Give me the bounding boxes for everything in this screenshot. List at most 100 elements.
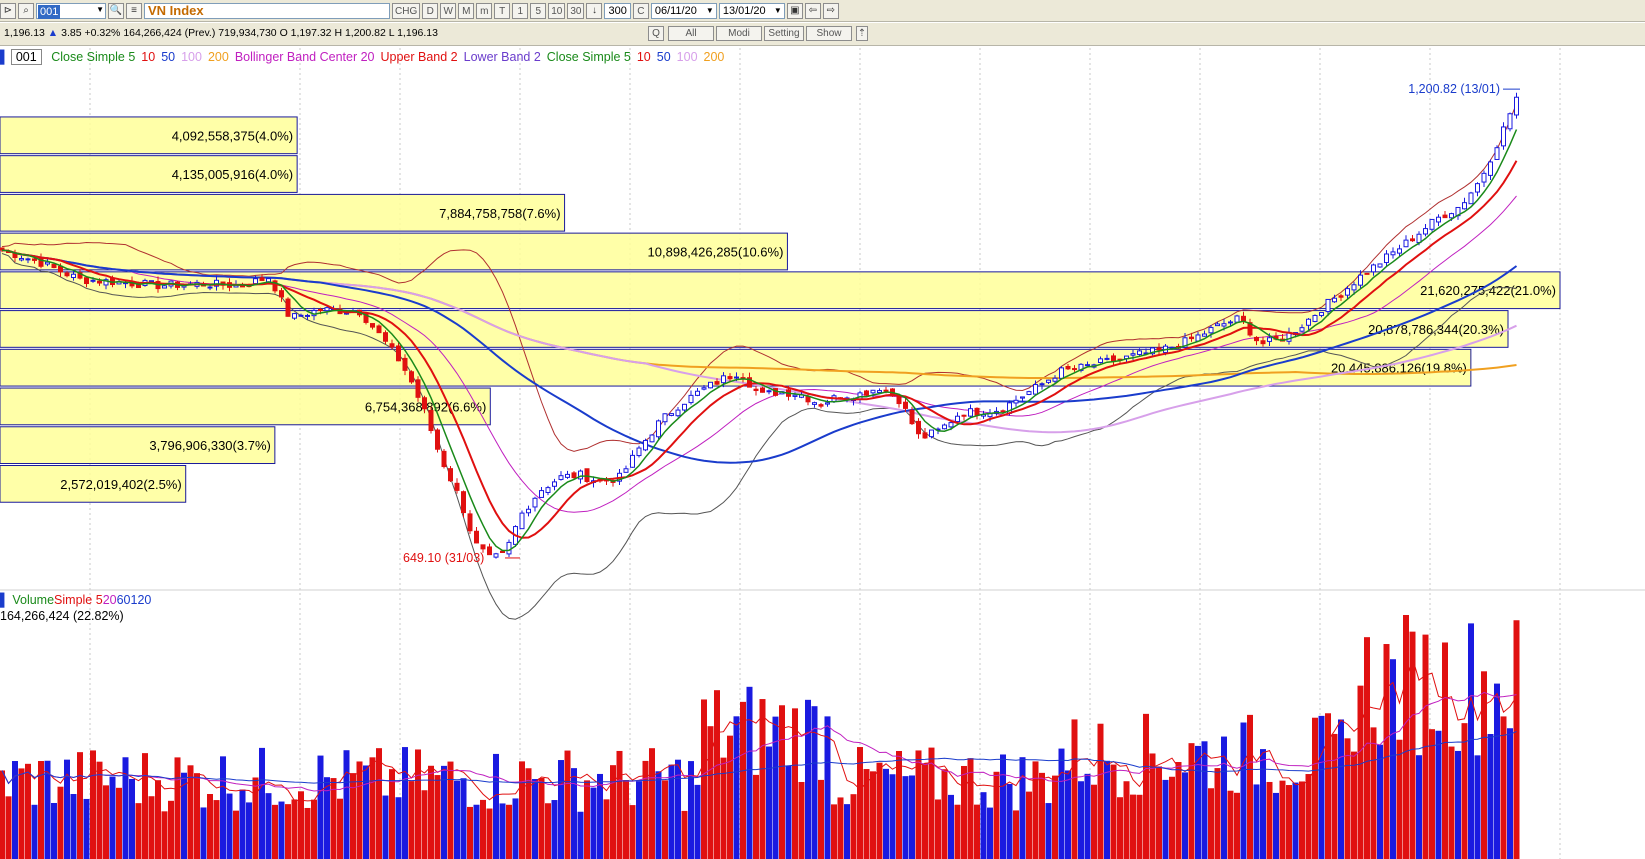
volume-bar — [1169, 776, 1175, 859]
candle-body — [1234, 315, 1240, 323]
volume-bar — [408, 781, 415, 859]
volume-ma60-line — [1, 731, 1517, 785]
candle-body — [708, 381, 713, 389]
volume-bar — [538, 778, 545, 859]
volume-bar — [577, 811, 584, 859]
candle-body — [402, 357, 408, 371]
volume-bar — [1474, 755, 1481, 859]
volume-bar — [1071, 719, 1078, 859]
volume-bar — [168, 800, 174, 859]
candle-body — [695, 390, 700, 396]
volume-legend-item: 60 — [116, 593, 131, 607]
candle-body — [1072, 368, 1077, 371]
candle-body — [1013, 399, 1019, 404]
volume-bar — [1377, 744, 1383, 859]
volume-bar — [1331, 733, 1338, 859]
candle-body — [1156, 347, 1162, 351]
volume-bar — [174, 757, 181, 859]
candle-body — [545, 487, 551, 493]
volume-bar — [1045, 803, 1052, 859]
price-legend: ▌ 001 Close Simple 5 10 50 100 200 Bollinger B… — [0, 49, 736, 65]
volume-bar — [1091, 784, 1097, 859]
candle-body — [324, 307, 330, 312]
candle-body — [1299, 327, 1305, 332]
volume-bar — [155, 780, 161, 859]
volume-bar — [1494, 683, 1500, 859]
volume-bar — [1305, 774, 1312, 859]
volume-bar — [57, 786, 64, 859]
volume-bar — [870, 771, 876, 859]
volume-bar — [883, 768, 889, 859]
volume-bar — [129, 778, 135, 859]
volume-bar — [90, 750, 96, 859]
volume-bar — [330, 778, 337, 859]
candle-body — [792, 394, 798, 397]
candle-body — [428, 410, 434, 432]
volume-bar — [922, 763, 928, 859]
volume-bar — [1487, 734, 1494, 859]
candle-body — [584, 468, 590, 482]
candle-body — [285, 298, 291, 317]
volume-bar — [1110, 764, 1117, 859]
candle-body — [71, 273, 76, 278]
volume-bar — [356, 761, 363, 859]
candle-body — [1325, 298, 1331, 313]
volume-bar — [25, 763, 31, 859]
volume-profile-label: 2,572,019,402(2.5%) — [60, 477, 181, 492]
candle-body — [415, 379, 421, 398]
legend-badge: 001 — [10, 49, 42, 65]
candle-body — [506, 541, 512, 555]
legend-item: Upper Band 2 — [380, 50, 458, 64]
volume-bar — [1058, 748, 1065, 859]
volume-bar — [935, 799, 941, 859]
volume-legend-item: 20 — [102, 593, 117, 607]
candle-body — [1052, 377, 1058, 382]
volume-bar — [1325, 713, 1331, 859]
volume-bar — [291, 799, 298, 859]
volume-bar — [1065, 770, 1071, 859]
volume-bar — [1455, 750, 1461, 859]
volume-bar — [259, 747, 265, 859]
volume-bar — [766, 746, 772, 859]
candle-body — [90, 279, 96, 282]
candle-body — [480, 544, 486, 550]
volume-bar — [1221, 736, 1227, 859]
candle-body — [760, 387, 765, 393]
volume-bar — [1461, 723, 1468, 859]
volume-legend: ▌ VolumeSimple 52060120 — [0, 593, 151, 607]
volume-bar — [629, 805, 636, 859]
volume-bar — [844, 804, 850, 859]
volume-bar — [246, 802, 252, 859]
candle-body — [909, 409, 915, 425]
candle-body — [1059, 367, 1064, 379]
volume-bar — [389, 769, 395, 859]
volume-bar — [837, 797, 844, 859]
candle-body — [1442, 214, 1448, 219]
candle-body — [558, 475, 564, 480]
candle-body — [162, 285, 167, 289]
legend-item: Close Simple 5 — [546, 50, 631, 64]
volume-legend-item: 120 — [130, 593, 152, 607]
price-volume-chart[interactable]: 4,092,558,375(4.0%) 4,135,005,916(4.0%) 7,… — [0, 0, 1645, 859]
high-annotation: 1,200.82 (13/01) — [1408, 82, 1500, 96]
volume-profile-label: 4,135,005,916(4.0%) — [172, 167, 293, 182]
candle-body — [1449, 213, 1454, 219]
candle-body — [1475, 183, 1480, 193]
volume-bar — [1019, 757, 1026, 859]
volume-bar — [506, 804, 512, 859]
candle-body — [1429, 218, 1435, 230]
volume-bar — [1500, 716, 1507, 859]
volume-bar — [272, 804, 278, 859]
volume-bar — [239, 789, 246, 859]
candle-body — [383, 332, 388, 342]
volume-bar — [213, 800, 220, 859]
candle-body — [1468, 192, 1474, 205]
candle-body — [493, 553, 499, 558]
candle-body — [1000, 410, 1006, 413]
candle-body — [1228, 321, 1233, 324]
volume-bar — [584, 780, 590, 859]
candle-body — [1371, 264, 1376, 273]
volume-bar — [460, 778, 467, 859]
candle-body — [1098, 358, 1103, 363]
candle-body — [1423, 228, 1428, 235]
